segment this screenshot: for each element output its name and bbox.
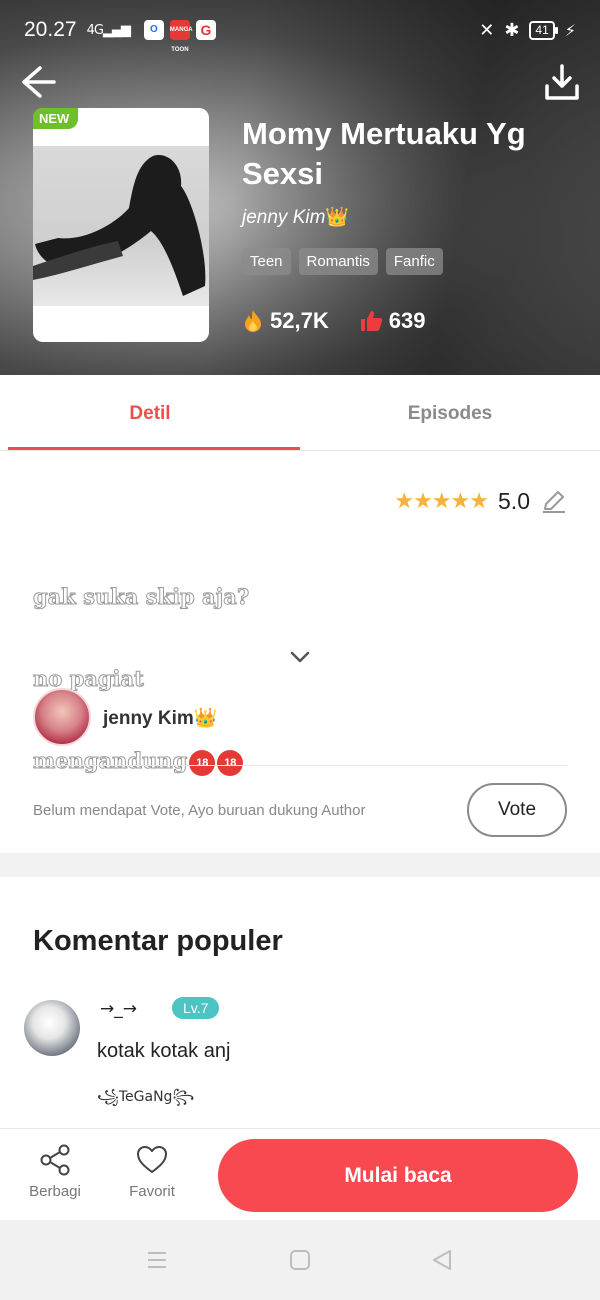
status-bar: 20.27 4G▂▄▆ O MANGA TOON G ✕ ✱ 41 ⚡ <box>0 0 600 60</box>
commenter-signature: ꧁TeGaNg꧂ <box>97 1089 195 1105</box>
favorite-button[interactable]: Favorit <box>112 1143 192 1200</box>
system-nav-bar <box>0 1220 600 1300</box>
detail-tabs: Detil Episodes <box>0 375 600 451</box>
header-author-name: jenny Kim <box>242 207 326 228</box>
cover-image <box>33 146 209 306</box>
likes-stat: 639 <box>359 308 426 334</box>
charging-icon: ⚡ <box>564 20 576 40</box>
desc-line: gak suka skip aja? <box>33 584 250 610</box>
signal-label: 4G <box>86 22 104 38</box>
status-right: ✕ ✱ 41 ⚡ <box>479 20 576 41</box>
notif-app-icon: O <box>143 20 164 40</box>
vote-prompt: Belum mendapat Vote, Ayo buruan dukung A… <box>33 801 366 819</box>
battery-icon: 41 <box>529 20 559 40</box>
level-badge: Lv.7 <box>172 997 220 1019</box>
tab-episodes[interactable]: Episodes <box>300 375 600 450</box>
genre-tags: Teen Romantis Fanfic <box>242 248 443 275</box>
tag-fanfic[interactable]: Fanfic <box>385 248 443 275</box>
views-count: 52,7K <box>270 308 329 333</box>
download-icon <box>545 64 579 100</box>
likes-count: 639 <box>388 308 426 333</box>
heart-icon <box>137 1146 167 1173</box>
share-icon <box>40 1144 70 1176</box>
star-rating-icon: ★★★★★ <box>394 488 489 514</box>
download-button[interactable] <box>542 62 582 102</box>
book-title: Momy Mertuaku Yg Sexsi <box>242 116 526 191</box>
share-label: Berbagi <box>29 1183 81 1200</box>
favorite-label: Favorit <box>129 1183 175 1200</box>
cover-figure <box>33 155 206 296</box>
popular-comments-title: Komentar populer <box>33 925 283 957</box>
vote-button[interactable]: Vote <box>467 783 567 837</box>
share-button[interactable]: Berbagi <box>15 1143 95 1200</box>
commenter-avatar[interactable] <box>24 1000 80 1056</box>
tag-romantis[interactable]: Romantis <box>298 248 378 275</box>
views-stat: 52,7K <box>242 308 329 334</box>
menu-icon[interactable] <box>145 1248 169 1272</box>
signal-icon: 4G▂▄▆ <box>86 22 131 38</box>
back-button[interactable] <box>18 62 58 102</box>
new-badge: NEW <box>33 108 79 129</box>
tab-detil[interactable]: Detil <box>0 375 300 450</box>
vibrate-icon: ✕ <box>479 19 495 41</box>
author-name[interactable]: jenny Kim👑 <box>103 706 217 730</box>
commenter-name[interactable]: →_→ <box>100 999 137 1019</box>
home-square-icon[interactable] <box>288 1248 312 1272</box>
rating: ★★★★★ 5.0 <box>394 487 568 515</box>
vote-row: Belum mendapat Vote, Ayo buruan dukung A… <box>33 782 567 838</box>
bottom-action-bar: Berbagi Favorit Mulai baca <box>0 1128 600 1220</box>
expand-description-button[interactable] <box>289 649 311 665</box>
rating-value: 5.0 <box>498 487 530 514</box>
book-description: gak suka skip aja? no pagiat mengandung 1… <box>32 535 553 822</box>
thumbs-up-icon <box>360 311 382 331</box>
section-divider <box>0 853 600 877</box>
comment-item[interactable]: →_→ Lv.7 kotak kotak anj ꧁TeGaNg꧂ <box>24 997 576 1127</box>
notification-icons: O MANGA TOON G <box>143 20 216 53</box>
author-avatar[interactable] <box>33 688 91 746</box>
header-author[interactable]: jenny Kim👑 <box>242 205 349 229</box>
bluetooth-icon: ✱ <box>504 19 520 41</box>
start-reading-button[interactable]: Mulai baca <box>218 1139 578 1212</box>
fire-icon <box>245 310 261 332</box>
notif-mangatoon-icon: MANGA TOON <box>169 20 193 53</box>
author-name-text: jenny Kim <box>103 708 194 729</box>
chevron-down-icon <box>290 651 310 663</box>
comment-text: kotak kotak anj <box>97 1040 231 1062</box>
author-row[interactable]: jenny Kim👑 <box>33 688 567 766</box>
notif-google-icon: G <box>195 20 216 40</box>
arrow-left-icon <box>22 66 56 98</box>
edit-icon[interactable] <box>540 487 568 515</box>
book-stats: 52,7K 639 <box>242 308 425 334</box>
status-time: 20.27 <box>24 18 77 41</box>
book-cover[interactable]: NEW <box>33 108 209 342</box>
crown-icon: 👑 <box>193 708 218 729</box>
back-triangle-icon[interactable] <box>430 1248 454 1272</box>
tag-teen[interactable]: Teen <box>242 248 291 275</box>
crown-icon: 👑 <box>325 207 350 228</box>
